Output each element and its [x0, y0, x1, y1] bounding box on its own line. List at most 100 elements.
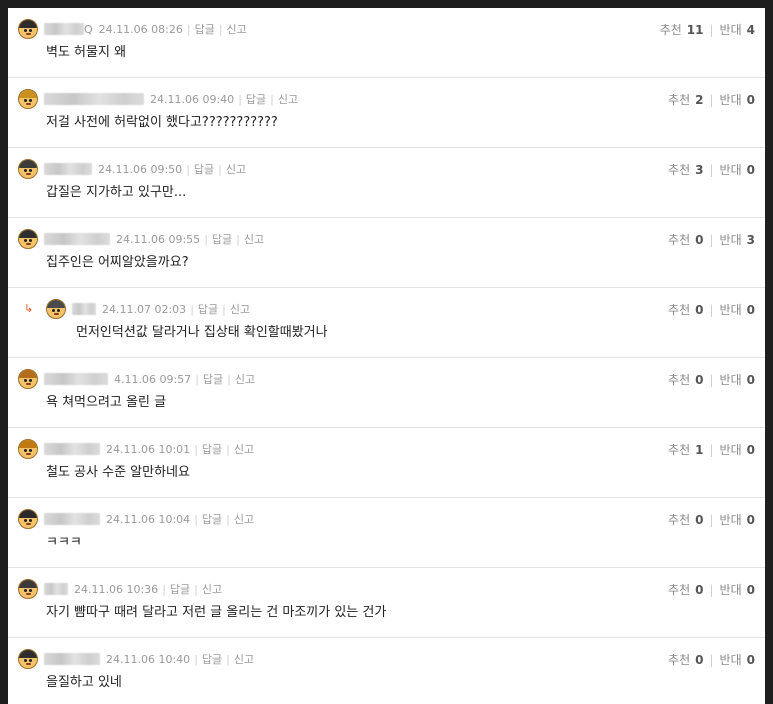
nickname-blurred[interactable] — [44, 373, 108, 385]
oppose-count: 4 — [746, 23, 755, 37]
recommend-button[interactable]: 추천 11 — [660, 21, 704, 38]
comment-date: 24.11.06 09:40 — [150, 92, 235, 106]
oppose-count: 0 — [746, 653, 755, 667]
nickname-blurred[interactable] — [44, 163, 92, 175]
oppose-label: 반대 — [719, 93, 742, 107]
comment-header: 24.11.06 09:40 | 답글 | 신고 — [18, 89, 755, 109]
comment-item: Q 24.11.06 08:26 | 답글 | 신고 추천 11 | 반대 4 벽도… — [8, 8, 765, 78]
reply-button[interactable]: 답글 — [194, 161, 214, 177]
recommend-count: 0 — [695, 373, 704, 387]
nickname-blurred[interactable] — [44, 513, 100, 525]
oppose-button[interactable]: 반대 0 — [720, 301, 755, 318]
comment-list: Q 24.11.06 08:26 | 답글 | 신고 추천 11 | 반대 4 벽도… — [8, 8, 765, 704]
report-button[interactable]: 신고 — [235, 371, 255, 387]
recommend-button[interactable]: 추천 1 — [668, 441, 703, 458]
avatar[interactable] — [18, 579, 38, 599]
oppose-button[interactable]: 반대 0 — [720, 511, 755, 528]
reply-button[interactable]: 답글 — [246, 91, 266, 107]
report-button[interactable]: 신고 — [202, 581, 222, 597]
recommend-button[interactable]: 추천 0 — [668, 301, 703, 318]
avatar-hair — [19, 650, 37, 659]
report-button[interactable]: 신고 — [227, 21, 247, 37]
oppose-button[interactable]: 반대 0 — [720, 161, 755, 178]
reply-button[interactable]: 답글 — [202, 511, 222, 527]
divider: | — [218, 162, 222, 176]
vote-box: 추천 0 | 반대 0 — [668, 371, 755, 388]
divider: | — [227, 372, 231, 386]
oppose-label: 반대 — [719, 23, 742, 37]
recommend-button[interactable]: 추천 0 — [668, 651, 703, 668]
reply-button[interactable]: 답글 — [212, 231, 232, 247]
avatar-eye — [29, 519, 32, 522]
comment-item: 24.11.06 10:36 | 답글 | 신고 추천 0 | 반대 0 자기 뺨따… — [8, 568, 765, 638]
recommend-button[interactable]: 추천 0 — [668, 581, 703, 598]
comment-text: 철도 공사 수준 알만하네요 — [46, 465, 190, 480]
recommend-count: 3 — [695, 163, 704, 177]
avatar[interactable] — [18, 649, 38, 669]
oppose-button[interactable]: 반대 4 — [720, 21, 755, 38]
report-button[interactable]: 신고 — [278, 91, 298, 107]
avatar[interactable] — [18, 229, 38, 249]
reply-button[interactable]: 답글 — [203, 371, 223, 387]
avatar-eye — [24, 589, 27, 592]
oppose-button[interactable]: 반대 0 — [720, 651, 755, 668]
avatar[interactable] — [18, 369, 38, 389]
report-button[interactable]: 신고 — [230, 301, 250, 317]
reply-button[interactable]: 답글 — [202, 441, 222, 457]
vote-box: 추천 0 | 반대 3 — [668, 231, 755, 248]
divider: | — [194, 512, 198, 526]
avatar[interactable] — [18, 159, 38, 179]
recommend-button[interactable]: 추천 3 — [668, 161, 703, 178]
recommend-button[interactable]: 추천 2 — [668, 91, 703, 108]
comment-item: 24.11.06 09:40 | 답글 | 신고 추천 2 | 반대 0 저걸 사전… — [8, 78, 765, 148]
avatar[interactable] — [18, 89, 38, 109]
reply-button[interactable]: 답글 — [202, 651, 222, 667]
recommend-label: 추천 — [668, 513, 691, 527]
recommend-button[interactable]: 추천 0 — [668, 511, 703, 528]
comment-header: 24.11.06 09:50 | 답글 | 신고 — [18, 159, 755, 179]
divider: | — [226, 652, 230, 666]
avatar-hair — [19, 160, 37, 169]
recommend-button[interactable]: 추천 0 — [668, 371, 703, 388]
oppose-button[interactable]: 반대 0 — [720, 91, 755, 108]
reply-button[interactable]: 답글 — [195, 21, 215, 37]
comment-date: 24.11.06 08:26 — [98, 22, 183, 36]
nickname-blurred[interactable] — [44, 23, 84, 35]
avatar[interactable] — [18, 439, 38, 459]
report-button[interactable]: 신고 — [234, 441, 254, 457]
report-button[interactable]: 신고 — [226, 161, 246, 177]
divider: | — [186, 22, 191, 36]
nickname-blurred[interactable] — [44, 93, 144, 105]
oppose-count: 3 — [746, 233, 755, 247]
avatar-eye — [29, 659, 32, 662]
recommend-label: 추천 — [668, 303, 691, 317]
report-button[interactable]: 신고 — [234, 511, 254, 527]
oppose-button[interactable]: 반대 0 — [720, 371, 755, 388]
nickname-blurred[interactable] — [44, 443, 100, 455]
comment-text: 저걸 사전에 허락없이 했다고??????????? — [46, 115, 278, 130]
nickname-blurred[interactable] — [44, 653, 100, 665]
avatar-mouth — [26, 33, 31, 35]
oppose-button[interactable]: 반대 0 — [720, 581, 755, 598]
recommend-button[interactable]: 추천 0 — [668, 231, 703, 248]
nickname-blurred[interactable] — [44, 583, 68, 595]
avatar-mouth — [26, 383, 31, 385]
avatar[interactable] — [18, 509, 38, 529]
nickname-blurred[interactable] — [72, 303, 96, 315]
divider: | — [194, 582, 198, 596]
divider: | — [709, 22, 714, 37]
reply-button[interactable]: 답글 — [170, 581, 190, 597]
avatar-eye — [29, 99, 32, 102]
avatar-hair — [19, 90, 37, 99]
oppose-button[interactable]: 반대 0 — [720, 441, 755, 458]
avatar[interactable] — [46, 299, 66, 319]
avatar-eye — [52, 309, 55, 312]
oppose-button[interactable]: 반대 3 — [720, 231, 755, 248]
avatar[interactable] — [18, 19, 38, 39]
report-button[interactable]: 신고 — [234, 651, 254, 667]
reply-button[interactable]: 답글 — [198, 301, 218, 317]
nickname-blurred[interactable] — [44, 233, 110, 245]
avatar-hair — [19, 370, 37, 379]
comment-header: 24.11.06 10:40 | 답글 | 신고 — [18, 649, 755, 669]
report-button[interactable]: 신고 — [244, 231, 264, 247]
